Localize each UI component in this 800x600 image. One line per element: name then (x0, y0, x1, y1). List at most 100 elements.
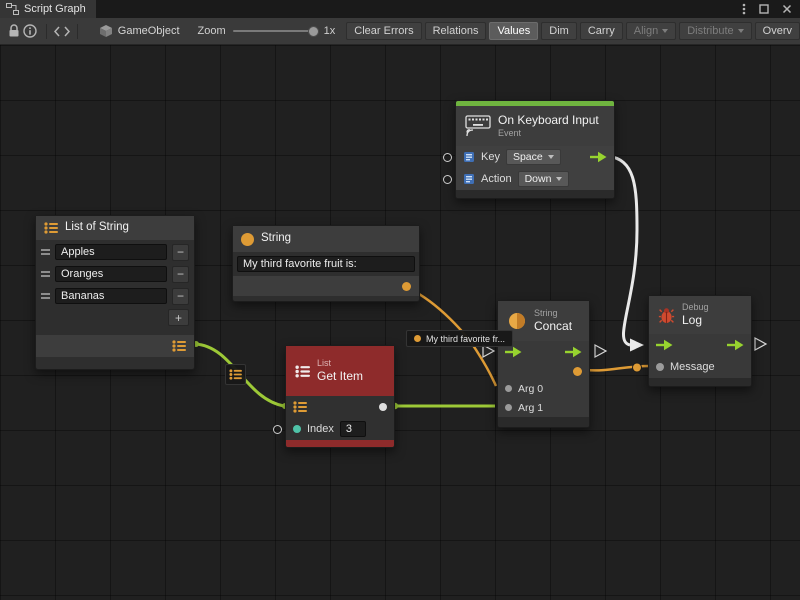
align-button-label: Align (634, 25, 658, 37)
flow-output-arrow-icon[interactable] (590, 151, 607, 163)
node-header: String (233, 226, 419, 252)
index-port-dot[interactable] (293, 425, 301, 433)
node-concat[interactable]: String Concat Arg 0 (497, 300, 590, 428)
action-dropdown-value: Down (525, 173, 552, 185)
flow-input-arrow-icon[interactable] (656, 339, 673, 351)
node-header: Debug Log (649, 296, 751, 334)
overview-button[interactable]: Overv (755, 22, 800, 40)
string-circle-icon (414, 335, 421, 342)
window-controls (742, 0, 792, 18)
message-label: Message (670, 361, 715, 373)
node-footer (36, 357, 194, 369)
string-output-port[interactable] (402, 282, 411, 291)
list-item-field[interactable]: Apples (55, 244, 167, 260)
maximize-icon[interactable] (759, 4, 769, 14)
carry-button[interactable]: Carry (580, 22, 623, 40)
target-gameobject[interactable]: GameObject (99, 24, 180, 38)
key-dropdown[interactable]: Space (506, 149, 561, 165)
node-header: List Get Item (286, 346, 394, 396)
node-footer (233, 296, 419, 301)
node-string-literal[interactable]: String My third favorite fruit is: (232, 225, 420, 302)
graph-canvas[interactable]: On Keyboard Input Event Key Space (0, 45, 800, 600)
flow-indicator-triangle (755, 338, 766, 350)
string-circle-icon (241, 233, 254, 246)
relations-button[interactable]: Relations (425, 22, 487, 40)
node-subtitle: Event (498, 128, 599, 139)
key-input-port[interactable] (443, 153, 452, 162)
node-body: Key Space Action (456, 146, 614, 190)
remove-item-button[interactable]: − (172, 244, 189, 261)
distribute-button[interactable]: Distribute (679, 22, 751, 40)
node-footer (456, 190, 614, 198)
distribute-button-label: Distribute (687, 25, 733, 37)
key-binding-icon (463, 151, 475, 163)
code-icon (54, 26, 70, 37)
node-get-item[interactable]: List Get Item Index 3 (285, 345, 395, 448)
drag-handle-icon[interactable] (41, 249, 50, 255)
list-item-row: Apples − (36, 242, 194, 262)
chevron-down-icon (662, 29, 668, 33)
key-dropdown-value: Space (513, 151, 543, 163)
node-title: Concat (534, 319, 572, 333)
clear-errors-button[interactable]: Clear Errors (346, 22, 421, 40)
arg0-port-dot[interactable] (505, 385, 512, 392)
action-input-port[interactable] (443, 175, 452, 184)
info-icon (23, 24, 37, 38)
list-input-port-icon[interactable] (293, 401, 307, 413)
item-output-port[interactable] (379, 403, 387, 411)
menu-dots-icon[interactable] (742, 3, 746, 15)
control-wire-arrowhead (630, 339, 644, 352)
string-value-field[interactable]: My third favorite fruit is: (237, 256, 415, 272)
list-item-field[interactable]: Oranges (55, 266, 167, 282)
flow-input-arrow-icon[interactable] (505, 346, 522, 358)
key-binding-icon (463, 173, 475, 185)
drag-handle-icon[interactable] (41, 293, 50, 299)
unity-script-graph-window: Script Graph (0, 0, 800, 600)
message-port-dot[interactable] (656, 363, 664, 371)
titlebar: Script Graph (0, 0, 800, 18)
align-button[interactable]: Align (626, 22, 676, 40)
wire-concat-to-log-message[interactable] (585, 366, 650, 370)
values-button[interactable]: Values (489, 22, 538, 40)
node-title: Log (682, 313, 709, 327)
info-button[interactable] (22, 21, 38, 41)
bug-icon (658, 307, 675, 324)
list-output-port-icon[interactable] (172, 340, 186, 352)
dim-button[interactable]: Dim (541, 22, 577, 40)
arg1-label: Arg 1 (518, 402, 543, 414)
zoom-slider[interactable] (233, 30, 317, 32)
arg1-port-dot[interactable] (505, 404, 512, 411)
node-log[interactable]: Debug Log Message (648, 295, 752, 387)
node-on-keyboard-input[interactable]: On Keyboard Input Event Key Space (455, 100, 615, 199)
flow-output-arrow-icon[interactable] (727, 339, 744, 351)
add-item-button[interactable]: + (168, 309, 189, 326)
node-title: On Keyboard Input (498, 113, 599, 127)
node-list-of-string[interactable]: List of String Apples − Oranges − Banana… (35, 215, 195, 370)
zoom-slider-handle[interactable] (308, 26, 319, 37)
key-label: Key (481, 151, 500, 163)
zoom-value: 1x (324, 25, 336, 37)
wire-value-preview-text: My third favorite fr... (426, 334, 505, 344)
list-item-row: Oranges − (36, 264, 194, 284)
index-input-port[interactable] (273, 425, 282, 434)
remove-item-button[interactable]: − (172, 266, 189, 283)
list-output-row (36, 335, 194, 357)
toolbar-separator (77, 24, 78, 39)
chevron-down-icon (556, 177, 562, 181)
remove-item-button[interactable]: − (172, 288, 189, 305)
drag-handle-icon[interactable] (41, 271, 50, 277)
value-dot-badge (633, 363, 642, 372)
wire-list-type-badge (225, 364, 246, 385)
flow-output-arrow-icon[interactable] (565, 346, 582, 358)
index-value-field[interactable]: 3 (340, 421, 366, 437)
lock-button[interactable] (6, 21, 22, 41)
lock-icon (8, 24, 20, 38)
node-category: List (317, 358, 363, 369)
code-preview-button[interactable] (54, 21, 70, 41)
close-icon[interactable] (782, 4, 792, 14)
list-item-field[interactable]: Bananas (55, 288, 167, 304)
toolbar-separator (46, 24, 47, 39)
result-output-port[interactable] (573, 367, 582, 376)
action-dropdown[interactable]: Down (518, 171, 570, 187)
tab-script-graph[interactable]: Script Graph (0, 0, 96, 18)
